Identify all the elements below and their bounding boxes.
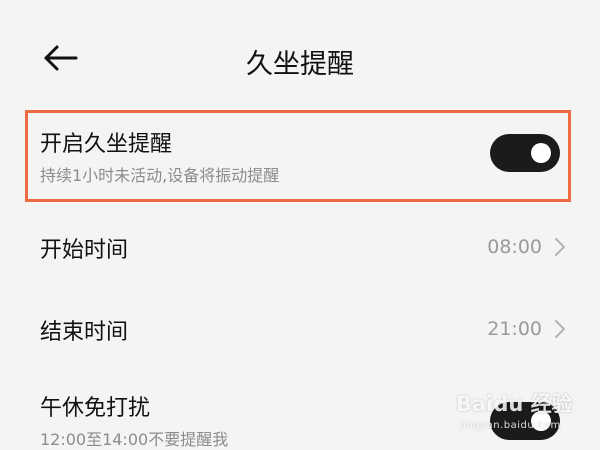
chevron-right-icon xyxy=(555,238,565,256)
start-time-label: 开始时间 xyxy=(40,238,129,263)
chevron-right-icon xyxy=(555,320,565,338)
end-time-label: 结束时间 xyxy=(40,320,129,345)
nap-dnd-label: 午休免打扰 xyxy=(40,396,151,421)
reminder-setting-row[interactable]: 开启久坐提醒 持续1小时未活动,设备将振动提醒 xyxy=(0,112,600,200)
page-title: 久坐提醒 xyxy=(246,49,354,80)
start-time-value: 08:00 xyxy=(487,236,542,258)
nap-dnd-row[interactable]: 午休免打扰 12:00至14:00不要提醒我 xyxy=(0,380,600,450)
end-time-value: 21:00 xyxy=(487,318,542,340)
reminder-description: 持续1小时未活动,设备将振动提醒 xyxy=(40,166,280,185)
toggle-knob xyxy=(531,143,551,163)
reminder-toggle[interactable] xyxy=(490,134,560,172)
nap-dnd-toggle[interactable] xyxy=(490,402,560,440)
nap-dnd-description: 12:00至14:00不要提醒我 xyxy=(40,430,229,449)
end-time-row[interactable]: 结束时间 21:00 xyxy=(0,292,600,364)
top-bar: 久坐提醒 xyxy=(0,0,600,110)
toggle-knob xyxy=(531,411,551,431)
reminder-label: 开启久坐提醒 xyxy=(40,132,173,157)
start-time-row[interactable]: 开始时间 08:00 xyxy=(0,210,600,282)
